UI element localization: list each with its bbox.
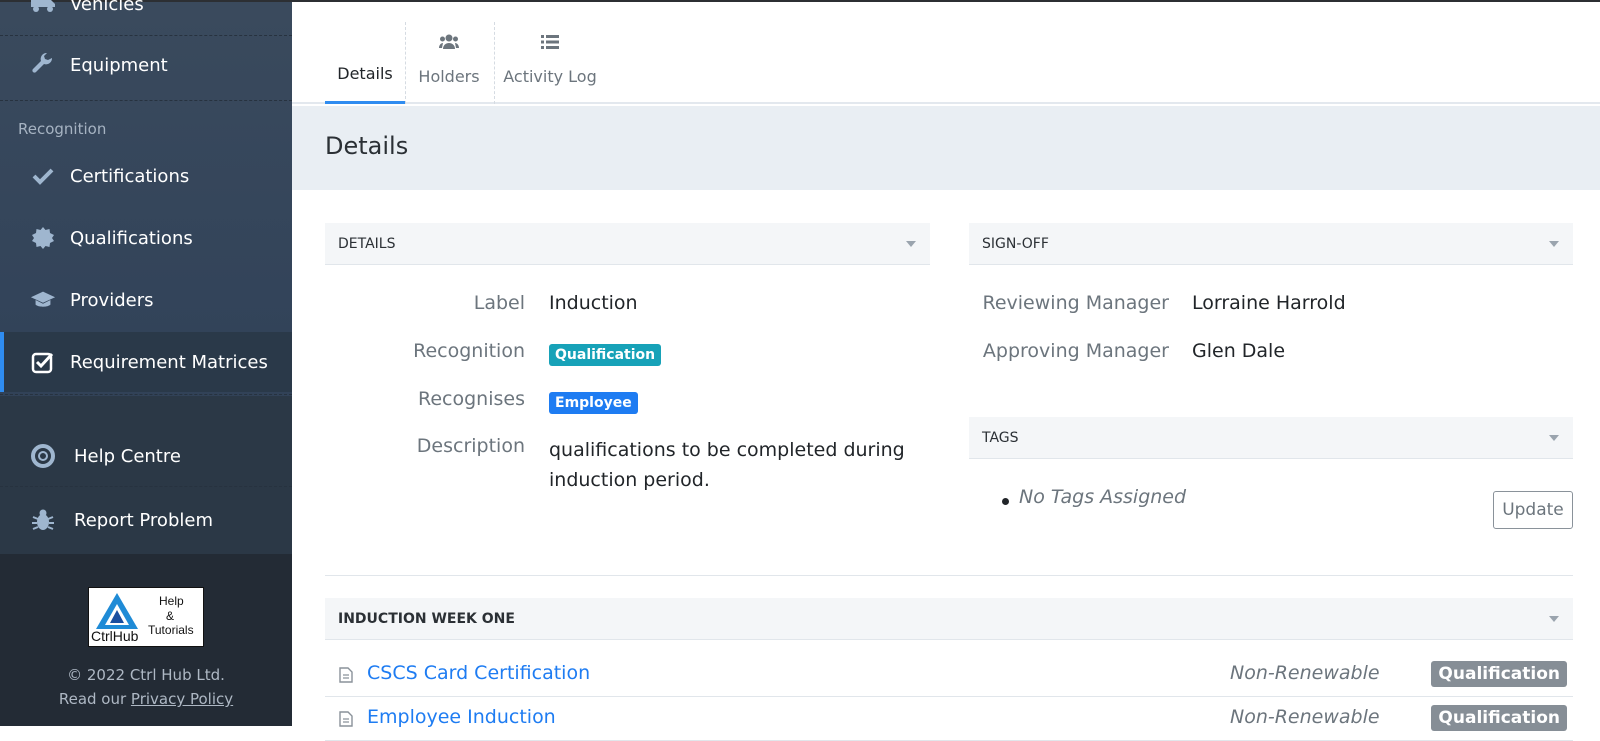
certificate-icon (30, 225, 56, 251)
logo-tutorials: Tutorials (148, 623, 194, 637)
reviewing-manager-label: Reviewing Manager (982, 292, 1170, 314)
document-icon (339, 711, 353, 731)
check-icon (30, 163, 56, 189)
tab-activity-log[interactable]: Activity Log (495, 22, 605, 104)
logo-help: Help (159, 594, 184, 608)
description-field-value: qualifications to be completed during in… (549, 435, 905, 495)
label-field-value: Induction (549, 292, 638, 314)
privacy-policy-link[interactable]: Privacy Policy (131, 690, 233, 708)
sidebar-item-certifications[interactable]: Certifications (0, 146, 292, 206)
wrench-icon (30, 52, 56, 78)
chevron-down-icon[interactable] (1549, 241, 1559, 247)
sidebar-item-requirement-matrices[interactable]: Requirement Matrices (0, 332, 292, 392)
checked-box-icon (30, 349, 56, 375)
sidebar-item-label: Certifications (70, 165, 190, 187)
sidebar-item-label: Requirement Matrices (70, 351, 268, 373)
update-tags-button[interactable]: Update (1493, 491, 1573, 529)
help-centre-link[interactable]: Help Centre (0, 426, 292, 486)
tab-label: Details (337, 64, 393, 83)
users-icon (439, 34, 459, 54)
tags-panel-header[interactable]: TAGS (969, 417, 1573, 459)
sidebar-item-label: Equipment (70, 54, 168, 76)
sidebar-item-label: Providers (70, 289, 154, 311)
sidebar-item-label: Qualifications (70, 227, 193, 249)
label-field-label: Label (473, 292, 525, 314)
title-band (292, 106, 1600, 190)
document-icon (339, 667, 353, 687)
page-title: Details (325, 132, 409, 160)
reviewing-manager-value: Lorraine Harrold (1192, 292, 1346, 314)
sidebar-item-equipment[interactable]: Equipment (0, 35, 292, 95)
divider (325, 575, 1573, 576)
report-problem-label: Report Problem (74, 509, 213, 531)
panel-heading: SIGN-OFF (982, 235, 1049, 252)
table-row[interactable]: Employee Induction Non-Renewable Qualifi… (325, 697, 1573, 741)
employee-badge: Employee (549, 392, 638, 414)
logo-brand: CtrlHub (91, 628, 139, 644)
tab-label: Holders (418, 67, 480, 86)
no-tags-text: No Tags Assigned (1019, 486, 1187, 508)
help-tutorials-logo[interactable]: CtrlHub Help & Tutorials (88, 587, 204, 647)
table-row[interactable]: CSCS Card Certification Non-Renewable Qu… (325, 653, 1573, 697)
panel-heading: DETAILS (338, 235, 396, 252)
recognition-field-value: Qualification (549, 342, 662, 366)
report-problem-link[interactable]: Report Problem (0, 490, 292, 550)
chevron-down-icon[interactable] (906, 241, 916, 247)
ctrlhub-logo-icon (96, 593, 138, 629)
renewal-status: Non-Renewable (1230, 706, 1380, 728)
sidebar-item-label: Vehicles (70, 0, 144, 15)
graduation-cap-icon (30, 287, 56, 313)
divider (0, 394, 292, 395)
tab-details[interactable]: Details (325, 22, 405, 104)
sidebar-item-qualifications[interactable]: Qualifications (0, 208, 292, 268)
description-field-label: Description (416, 435, 525, 457)
requirement-link[interactable]: CSCS Card Certification (367, 662, 590, 684)
panel-heading: INDUCTION WEEK ONE (338, 610, 515, 627)
sidebar-item-providers[interactable]: Providers (0, 270, 292, 330)
panel-heading: TAGS (982, 429, 1019, 446)
help-centre-label: Help Centre (74, 445, 181, 467)
bug-icon (30, 507, 56, 533)
induction-week-one-header[interactable]: INDUCTION WEEK ONE (325, 598, 1573, 640)
logo-amp: & (166, 609, 175, 623)
approving-manager-label: Approving Manager (982, 340, 1169, 362)
divider (0, 100, 292, 101)
approving-manager-value: Glen Dale (1192, 340, 1286, 362)
chevron-down-icon[interactable] (1549, 435, 1559, 441)
tab-label: Activity Log (503, 67, 597, 86)
recognises-field-value: Employee (549, 390, 638, 414)
bullet (1002, 498, 1009, 505)
tab-bar: Details Holders Activity Log (292, 2, 1600, 104)
truck-icon (30, 0, 56, 17)
tab-holders[interactable]: Holders (406, 22, 492, 104)
divider (0, 486, 292, 487)
description-line: qualifications to be completed during (549, 439, 905, 461)
privacy-line: Read our Privacy Policy (58, 690, 234, 708)
type-badge: Qualification (1431, 661, 1567, 687)
list-icon (541, 34, 559, 53)
copyright: © 2022 Ctrl Hub Ltd. (67, 666, 225, 684)
signoff-panel-header[interactable]: SIGN-OFF (969, 223, 1573, 265)
qualification-badge: Qualification (549, 344, 662, 366)
lifebuoy-icon (30, 443, 56, 469)
main-content: Details Holders Activity Log Details DET… (292, 2, 1600, 741)
recognition-field-label: Recognition (413, 340, 525, 362)
recognises-field-label: Recognises (418, 388, 525, 410)
chevron-down-icon[interactable] (1549, 616, 1559, 622)
sidebar-section-recognition: Recognition (18, 120, 107, 138)
requirement-link[interactable]: Employee Induction (367, 706, 556, 728)
details-panel-header[interactable]: DETAILS (325, 223, 930, 265)
sidebar-item-vehicles[interactable]: Vehicles (0, 0, 292, 34)
type-badge: Qualification (1431, 705, 1567, 731)
description-line: induction period. (549, 469, 710, 491)
renewal-status: Non-Renewable (1230, 662, 1380, 684)
